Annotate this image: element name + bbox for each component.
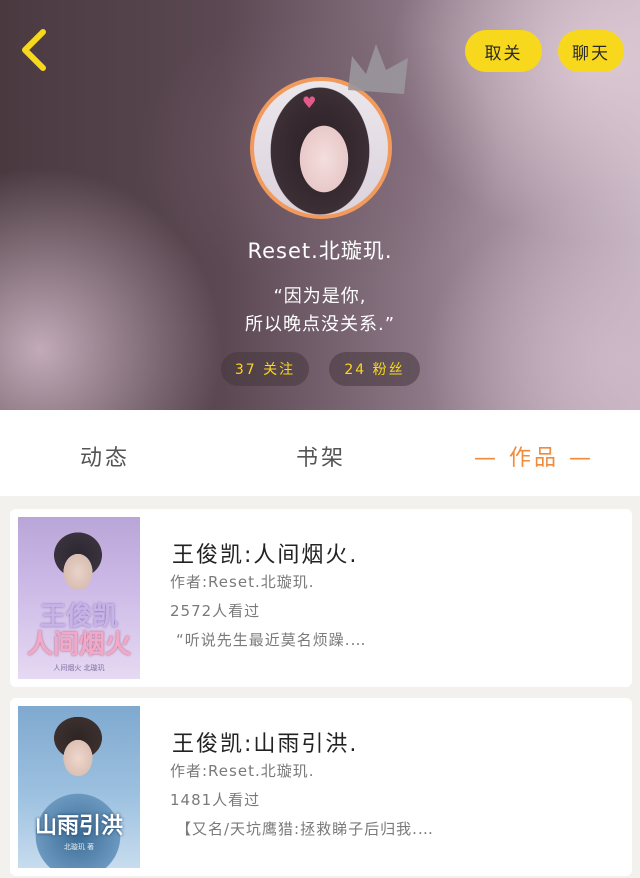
tab-bookshelf[interactable]: 书架 bbox=[296, 440, 346, 472]
cover-subtitle: 人间烟火 北璇玑 bbox=[53, 664, 105, 672]
book-card[interactable]: 王俊凯 人间烟火 人间烟火 北璇玑 王俊凯:人间烟火. 作者:Reset.北璇玑… bbox=[10, 509, 632, 687]
tab-works[interactable]: — 作品 — bbox=[474, 440, 594, 472]
back-button[interactable] bbox=[14, 26, 54, 74]
unfollow-button[interactable]: 取关 bbox=[465, 30, 542, 72]
cover-subtitle: 北璇玑 著 bbox=[63, 843, 95, 851]
book-title[interactable]: 王俊凯:人间烟火. bbox=[172, 537, 358, 569]
chevron-left-icon bbox=[22, 29, 46, 71]
book-views: 2572人看过 bbox=[170, 602, 261, 620]
username: Reset.北璇玑. bbox=[247, 239, 393, 263]
book-title[interactable]: 王俊凯:山雨引洪. bbox=[172, 726, 358, 758]
profile-header: 取关 聊天 ♥ Reset.北璇玑. “因为是你, 所以晚点没关系.” 37 关… bbox=[0, 0, 640, 410]
cover-title-line: 王俊凯 bbox=[39, 602, 118, 632]
book-description: “听说先生最近莫名烦躁.… bbox=[176, 631, 367, 649]
signature: “因为是你, 所以晚点没关系.” bbox=[0, 283, 640, 339]
book-description: 【又名/天坑鹰猎:拯救睇子后归我.… bbox=[176, 820, 434, 838]
book-views: 1481人看过 bbox=[170, 791, 261, 809]
following-count[interactable]: 37 关注 bbox=[221, 352, 309, 386]
signature-line: “因为是你, bbox=[273, 286, 367, 307]
cover-title: 王俊凯 人间烟火 bbox=[18, 603, 140, 659]
book-cover[interactable]: 山雨引洪 北璇玑 著 bbox=[18, 706, 140, 868]
chat-button[interactable]: 聊天 bbox=[558, 30, 624, 72]
fans-count[interactable]: 24 粉丝 bbox=[329, 352, 420, 386]
crown-icon bbox=[348, 44, 408, 94]
tab-dynamic[interactable]: 动态 bbox=[80, 440, 130, 472]
cover-title-line: 人间烟火 bbox=[26, 630, 131, 660]
cover-title: 山雨引洪 bbox=[34, 813, 123, 839]
book-author: 作者:Reset.北璇玑. bbox=[170, 762, 315, 780]
signature-line: 所以晚点没关系.” bbox=[244, 314, 396, 335]
profile-tabs: 动态 书架 — 作品 — bbox=[0, 410, 640, 496]
book-cover[interactable]: 王俊凯 人间烟火 人间烟火 北璇玑 bbox=[18, 517, 140, 679]
book-author: 作者:Reset.北璇玑. bbox=[170, 573, 315, 591]
heart-icon: ♥ bbox=[302, 93, 317, 112]
book-card[interactable]: 山雨引洪 北璇玑 著 王俊凯:山雨引洪. 作者:Reset.北璇玑. 1481人… bbox=[10, 698, 632, 876]
